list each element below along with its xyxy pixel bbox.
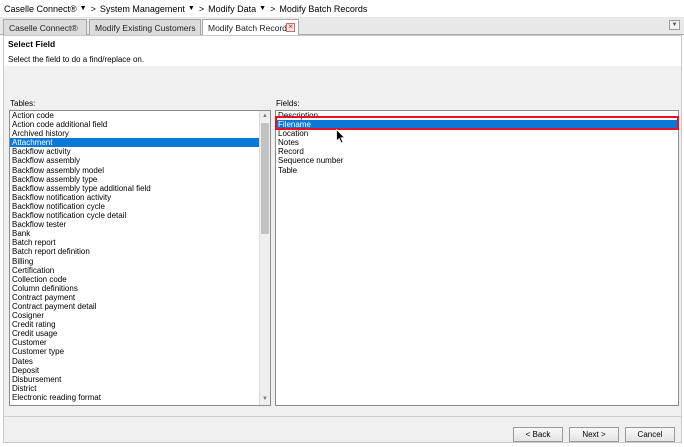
wizard-footer: < Back Next > Cancel — [4, 416, 681, 442]
dropdown-triangle-icon[interactable]: ▼ — [259, 5, 266, 12]
list-item[interactable]: Sequence number — [276, 156, 678, 165]
list-item[interactable]: Archived history — [10, 129, 270, 138]
breadcrumb-separator: > — [90, 3, 96, 14]
tables-label: Tables: — [10, 99, 36, 108]
tab-modify-batch-records[interactable]: Modify Batch Records ✕ — [202, 19, 299, 36]
tab-label: Modify Batch Records — [208, 23, 292, 33]
back-button[interactable]: < Back — [513, 427, 563, 442]
list-item[interactable]: Table — [276, 166, 678, 175]
breadcrumb: Caselle Connect® ▼ > System Management ▼… — [0, 0, 684, 17]
fields-label: Fields: — [276, 99, 300, 108]
wizard-panel: Select Field Select the field to do a fi… — [3, 35, 682, 443]
page-title: Select Field — [8, 39, 56, 49]
tab-label: Modify Existing Customers — [95, 22, 196, 33]
list-item[interactable]: Attachment — [10, 138, 270, 148]
instruction-text: Select the field to do a find/replace on… — [8, 55, 145, 64]
list-item[interactable]: Certification — [10, 266, 270, 275]
list-item[interactable]: Action code additional field — [10, 120, 270, 129]
list-item[interactable]: Backflow assembly model — [10, 166, 270, 175]
list-item[interactable]: Backflow notification activity — [10, 193, 270, 202]
list-item[interactable]: Deposit — [10, 366, 270, 375]
list-item[interactable]: Credit usage — [10, 329, 270, 338]
list-item[interactable]: Backflow notification cycle — [10, 202, 270, 211]
tab-modify-existing-customers[interactable]: Modify Existing Customers — [89, 19, 201, 35]
list-item[interactable]: Electronic reading format — [10, 393, 270, 402]
list-item[interactable]: Batch report definition — [10, 247, 270, 256]
tab-list-menu-icon[interactable]: ▼ — [669, 20, 680, 30]
tables-scrollbar[interactable]: ▲ ▼ — [259, 111, 270, 405]
list-item[interactable]: Backflow activity — [10, 147, 270, 156]
list-item[interactable]: Customer — [10, 338, 270, 347]
tables-items: Action code Action code additional field A… — [10, 111, 270, 402]
list-item[interactable]: Batch report — [10, 238, 270, 247]
list-item[interactable]: Credit rating — [10, 320, 270, 329]
dropdown-triangle-icon[interactable]: ▼ — [80, 5, 87, 12]
breadcrumb-separator: > — [270, 3, 276, 14]
list-item[interactable]: Disbursement — [10, 375, 270, 384]
breadcrumb-separator: > — [198, 3, 205, 14]
cancel-button[interactable]: Cancel — [625, 427, 675, 442]
mouse-pointer-icon — [336, 128, 346, 146]
list-item[interactable]: Backflow assembly type — [10, 175, 270, 184]
list-item[interactable]: Dates — [10, 357, 270, 366]
scrollbar-thumb[interactable] — [261, 123, 269, 234]
tab-bar: Caselle Connect® Modify Existing Custome… — [0, 17, 684, 36]
list-item[interactable]: Action code — [10, 111, 270, 120]
list-item[interactable]: Bank — [10, 229, 270, 238]
list-item[interactable]: Backflow assembly type additional field — [10, 184, 270, 193]
list-item[interactable]: Customer type — [10, 347, 270, 356]
breadcrumb-item-system-management[interactable]: System Management ▼ — [100, 4, 198, 14]
tab-caselle-connect[interactable]: Caselle Connect® — [3, 19, 87, 35]
list-item[interactable]: Backflow assembly — [10, 156, 270, 165]
list-item[interactable]: Billing — [10, 257, 270, 266]
breadcrumb-label: Modify Batch Records — [279, 3, 368, 14]
list-item[interactable]: Contract payment — [10, 293, 270, 302]
breadcrumb-label: Caselle Connect® — [4, 3, 77, 14]
breadcrumb-label: System Management — [99, 3, 185, 14]
breadcrumb-item-caselle-connect[interactable]: Caselle Connect® ▼ — [4, 4, 90, 14]
breadcrumb-item-modify-data[interactable]: Modify Data ▼ — [208, 4, 269, 14]
next-button[interactable]: Next > — [569, 427, 619, 442]
breadcrumb-label: Modify Data — [208, 3, 257, 14]
dropdown-triangle-icon[interactable]: ▼ — [188, 5, 195, 12]
list-item[interactable]: District — [10, 384, 270, 393]
fields-list[interactable]: Description Filename Location Notes Record Se… — [275, 110, 679, 406]
tab-label: Caselle Connect® — [9, 22, 78, 33]
breadcrumb-item-modify-batch-records: Modify Batch Records — [279, 4, 370, 14]
scroll-down-arrow-icon[interactable]: ▼ — [260, 394, 270, 405]
wizard-header: Select Field Select the field to do a fi… — [4, 36, 681, 66]
tables-list[interactable]: Action code Action code additional field A… — [9, 110, 271, 406]
list-item[interactable]: Backflow notification cycle detail — [10, 211, 270, 220]
list-item[interactable]: Contract payment detail — [10, 302, 270, 311]
list-item[interactable]: Record — [276, 147, 678, 156]
list-item[interactable]: Column definitions — [10, 284, 270, 293]
list-item[interactable]: Collection code — [10, 275, 270, 284]
close-icon[interactable]: ✕ — [286, 23, 295, 32]
highlight-box — [275, 116, 679, 130]
list-item[interactable]: Backflow tester — [10, 220, 270, 229]
scroll-up-arrow-icon[interactable]: ▲ — [260, 111, 270, 122]
list-item[interactable]: Cosigner — [10, 311, 270, 320]
